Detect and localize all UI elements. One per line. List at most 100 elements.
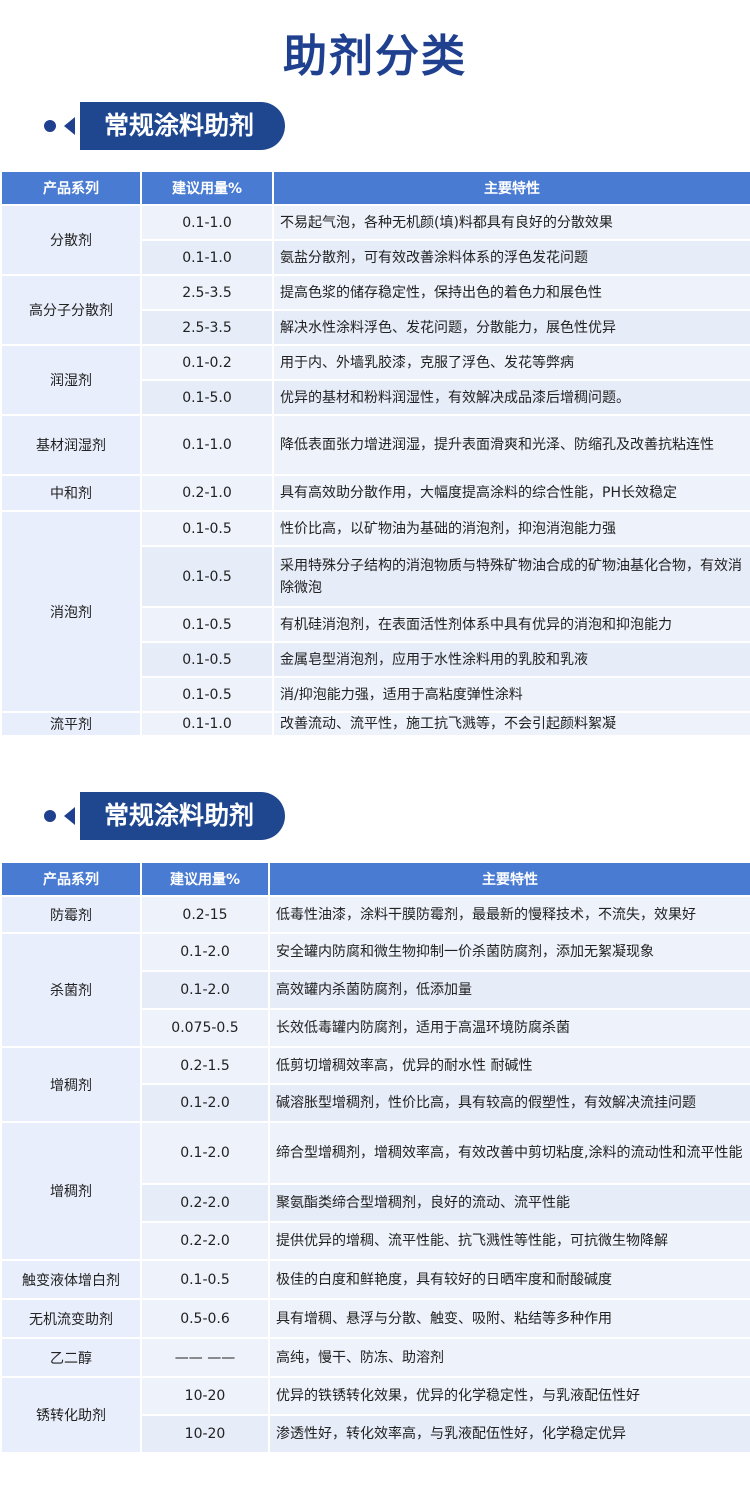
feature-cell: 采用特殊分子结构的消泡物质与特殊矿物油合成的矿物油基化合物，有效消除微泡 bbox=[272, 545, 750, 608]
table-row: 分散剂 0.1-1.0 不易起气泡，各种无机颜(填)料都具有良好的分散效果 bbox=[0, 204, 750, 276]
dose-cell: 10-20 bbox=[140, 1376, 270, 1416]
bullet-dot-icon bbox=[44, 120, 56, 132]
dose-cell: 0.1-1.0 bbox=[140, 711, 274, 737]
column-header-dose: 建议用量% bbox=[140, 170, 274, 206]
feature-cell: 金属皂型消泡剂，应用于水性涂料用的乳胶和乳液 bbox=[272, 641, 750, 678]
dose-cell: 0.1-0.5 bbox=[140, 606, 274, 643]
dose-cell: 10-20 bbox=[140, 1414, 270, 1454]
dose-cell: 0.2-1.5 bbox=[140, 1046, 270, 1085]
series-cell: 中和剂 bbox=[0, 474, 142, 512]
page-title: 助剂分类 bbox=[283, 31, 467, 82]
feature-cell: 低毒性油漆，涂料干膜防霉剂，最最新的慢释技术，不流失，效果好 bbox=[268, 895, 750, 934]
table-row: 润湿剂 0.1-0.2 用于内、外墙乳胶漆，克服了浮色、发花等弊病 bbox=[0, 344, 750, 416]
dose-cell: 0.1-2.0 bbox=[140, 932, 270, 972]
series-cell: 高分子分散剂 bbox=[0, 274, 142, 346]
series-cell: 杀菌剂 bbox=[0, 932, 142, 1048]
triangle-left-icon bbox=[64, 117, 75, 135]
feature-cell: 有机硅消泡剂，在表面活性剂体系中具有优异的消泡和抑泡能力 bbox=[272, 606, 750, 643]
feature-cell: 提供优异的增稠、流平性能、抗飞溅性等性能，可抗微生物降解 bbox=[268, 1221, 750, 1261]
table-row: 乙二醇 —— —— 高纯，慢干、防冻、助溶剂 bbox=[0, 1337, 750, 1378]
section-header-2: 常规涂料助剂 bbox=[0, 792, 750, 840]
series-cell: 增稠剂 bbox=[0, 1046, 142, 1123]
table-row: 触变液体增白剂 0.1-0.5 极佳的白度和鲜艳度，具有较好的日晒牢度和耐酸碱度 bbox=[0, 1259, 750, 1300]
dose-cell: 0.1-0.5 bbox=[140, 510, 274, 547]
feature-cell: 消/抑泡能力强，适用于高粘度弹性涂料 bbox=[272, 676, 750, 713]
dose-cell: 0.1-1.0 bbox=[140, 239, 274, 276]
feature-cell: 高效罐内杀菌防腐剂，低添加量 bbox=[268, 970, 750, 1010]
table-header-row: 产品系列 建议用量% 主要特性 bbox=[0, 170, 750, 206]
table-row: 基材润湿剂 0.1-1.0 降低表面张力增进润湿，提升表面滑爽和光泽、防缩孔及改善抗… bbox=[0, 414, 750, 476]
table-row: 流平剂 0.1-1.0 改善流动、流平性，施工抗飞溅等，不会引起颜料絮凝 bbox=[0, 711, 750, 737]
column-header-series: 产品系列 bbox=[0, 861, 142, 897]
feature-cell: 极佳的白度和鲜艳度，具有较好的日晒牢度和耐酸碱度 bbox=[268, 1259, 750, 1300]
dose-cell: 0.1-0.5 bbox=[140, 676, 274, 713]
table-header-row: 产品系列 建议用量% 主要特性 bbox=[0, 861, 750, 897]
dose-cell: 0.1-0.5 bbox=[140, 641, 274, 678]
section-header-1: 常规涂料助剂 bbox=[0, 102, 750, 150]
table-row: 杀菌剂 0.1-2.0 安全罐内防腐和微生物抑制一价杀菌防腐剂，添加无絮凝现象 bbox=[0, 932, 750, 1048]
table-row: 中和剂 0.2-1.0 具有高效助分散作用，大幅度提高涂料的综合性能，PH长效稳定 bbox=[0, 474, 750, 512]
column-header-dose: 建议用量% bbox=[140, 861, 270, 897]
spec-table-1: 产品系列 建议用量% 主要特性 分散剂 0.1-1.0 不易起气泡，各种无机颜(填)… bbox=[0, 170, 750, 737]
column-header-feature: 主要特性 bbox=[268, 861, 750, 897]
dose-cell: 0.1-5.0 bbox=[140, 379, 274, 416]
dose-cell: 0.2-15 bbox=[140, 895, 270, 934]
column-header-feature: 主要特性 bbox=[272, 170, 750, 206]
dose-cell: 0.1-2.0 bbox=[140, 1121, 270, 1185]
dose-cell: 0.075-0.5 bbox=[140, 1008, 270, 1048]
dose-cell: 0.2-2.0 bbox=[140, 1183, 270, 1223]
feature-cell: 解决水性涂料浮色、发花问题，分散能力，展色性优异 bbox=[272, 309, 750, 346]
dose-cell: 0.1-2.0 bbox=[140, 970, 270, 1010]
feature-cell: 渗透性好，转化效率高，与乳液配伍性好，化学稳定优异 bbox=[268, 1414, 750, 1454]
series-cell: 触变液体增白剂 bbox=[0, 1259, 142, 1300]
feature-cell: 具有增稠、悬浮与分散、触变、吸附、粘结等多种作用 bbox=[268, 1298, 750, 1339]
series-cell: 消泡剂 bbox=[0, 510, 142, 713]
series-cell: 分散剂 bbox=[0, 204, 142, 276]
feature-cell: 长效低毒罐内防腐剂，适用于高温环境防腐杀菌 bbox=[268, 1008, 750, 1048]
feature-cell: 用于内、外墙乳胶漆，克服了浮色、发花等弊病 bbox=[272, 344, 750, 381]
triangle-left-icon bbox=[64, 807, 75, 825]
dose-cell: 0.1-0.2 bbox=[140, 344, 274, 381]
dose-cell: 0.1-1.0 bbox=[140, 414, 274, 476]
table-row: 增稠剂 0.2-1.5 低剪切增稠效率高，优异的耐水性 耐碱性 bbox=[0, 1046, 750, 1123]
table-row: 无机流变助剂 0.5-0.6 具有增稠、悬浮与分散、触变、吸附、粘结等多种作用 bbox=[0, 1298, 750, 1339]
feature-cell: 优异的基材和粉料润湿性，有效解决成品漆后增稠问题。 bbox=[272, 379, 750, 416]
series-cell: 锈转化助剂 bbox=[0, 1376, 142, 1454]
feature-cell: 具有高效助分散作用，大幅度提高涂料的综合性能，PH长效稳定 bbox=[272, 474, 750, 512]
dose-cell: 0.2-1.0 bbox=[140, 474, 274, 512]
dose-cell: 2.5-3.5 bbox=[140, 309, 274, 346]
dose-cell: 0.1-1.0 bbox=[140, 204, 274, 241]
dose-cell: 0.2-2.0 bbox=[140, 1221, 270, 1261]
feature-cell: 性价比高，以矿物油为基础的消泡剂，抑泡消泡能力强 bbox=[272, 510, 750, 547]
feature-cell: 改善流动、流平性，施工抗飞溅等，不会引起颜料絮凝 bbox=[272, 711, 750, 737]
table-row: 锈转化助剂 10-20 优异的铁锈转化效果，优异的化学稳定性，与乳液配伍性好 bbox=[0, 1376, 750, 1454]
dose-cell: 2.5-3.5 bbox=[140, 274, 274, 311]
dose-cell: 0.5-0.6 bbox=[140, 1298, 270, 1339]
feature-cell: 安全罐内防腐和微生物抑制一价杀菌防腐剂，添加无絮凝现象 bbox=[268, 932, 750, 972]
table-row: 高分子分散剂 2.5-3.5 提高色浆的储存稳定性，保持出色的着色力和展色性 bbox=[0, 274, 750, 346]
table-row: 防霉剂 0.2-15 低毒性油漆，涂料干膜防霉剂，最最新的慢释技术，不流失，效果好 bbox=[0, 895, 750, 934]
dose-cell: 0.1-2.0 bbox=[140, 1083, 270, 1123]
series-cell: 流平剂 bbox=[0, 711, 142, 737]
series-cell: 乙二醇 bbox=[0, 1337, 142, 1378]
feature-cell: 低剪切增稠效率高，优异的耐水性 耐碱性 bbox=[268, 1046, 750, 1085]
feature-cell: 不易起气泡，各种无机颜(填)料都具有良好的分散效果 bbox=[272, 204, 750, 241]
spec-table-2: 产品系列 建议用量% 主要特性 防霉剂 0.2-15 低毒性油漆，涂料干膜防霉剂，最… bbox=[0, 861, 750, 1454]
section-title: 常规涂料助剂 bbox=[80, 102, 285, 150]
series-cell: 润湿剂 bbox=[0, 344, 142, 416]
dose-cell: —— —— bbox=[140, 1337, 270, 1378]
column-header-series: 产品系列 bbox=[0, 170, 142, 206]
feature-cell: 降低表面张力增进润湿，提升表面滑爽和光泽、防缩孔及改善抗粘连性 bbox=[272, 414, 750, 476]
feature-cell: 缔合型增稠剂，增稠效率高，有效改善中剪切粘度,涂料的流动性和流平性能 bbox=[268, 1121, 750, 1185]
series-cell: 无机流变助剂 bbox=[0, 1298, 142, 1339]
bullet-dot-icon bbox=[44, 810, 56, 822]
series-cell: 防霉剂 bbox=[0, 895, 142, 934]
feature-cell: 高纯，慢干、防冻、助溶剂 bbox=[268, 1337, 750, 1378]
feature-cell: 提高色浆的储存稳定性，保持出色的着色力和展色性 bbox=[272, 274, 750, 311]
dose-cell: 0.1-0.5 bbox=[140, 1259, 270, 1300]
series-cell: 增稠剂 bbox=[0, 1121, 142, 1261]
feature-cell: 碱溶胀型增稠剂，性价比高，具有较高的假塑性，有效解决流挂问题 bbox=[268, 1083, 750, 1123]
section-title: 常规涂料助剂 bbox=[80, 792, 285, 840]
feature-cell: 优异的铁锈转化效果，优异的化学稳定性，与乳液配伍性好 bbox=[268, 1376, 750, 1416]
dose-cell: 0.1-0.5 bbox=[140, 545, 274, 608]
